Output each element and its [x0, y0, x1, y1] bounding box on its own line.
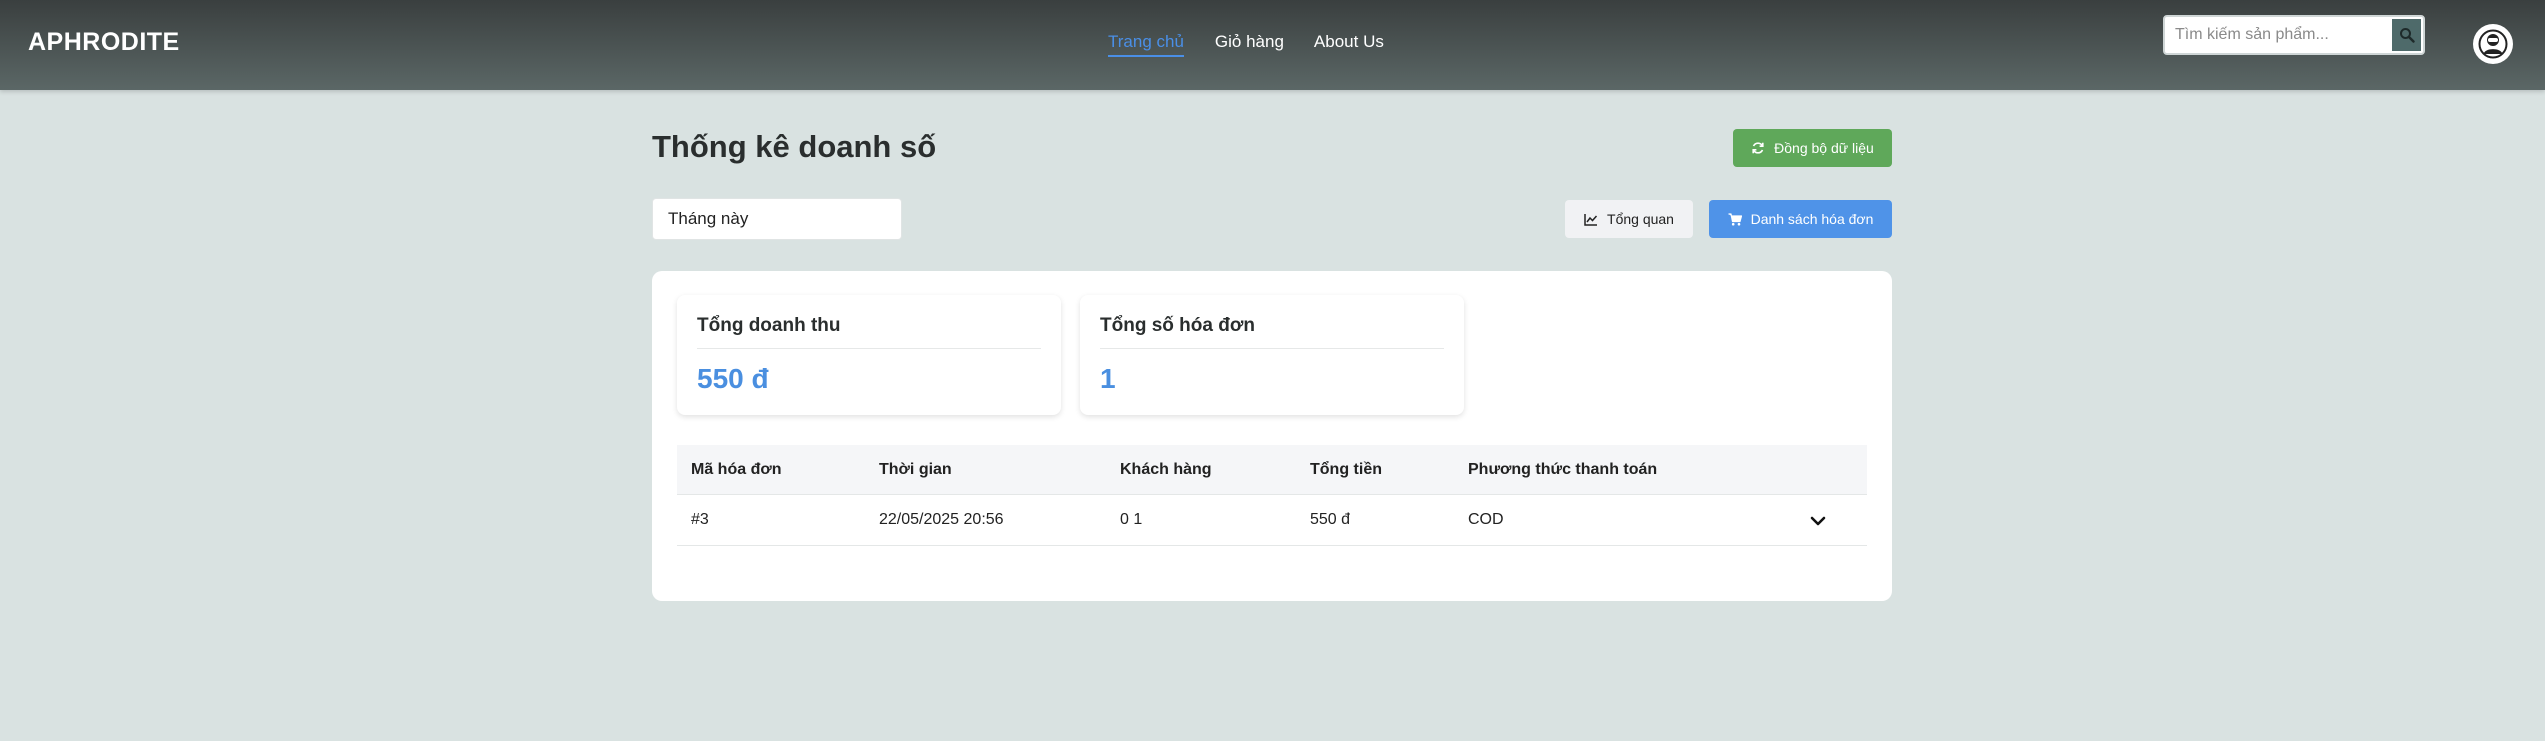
line-chart-icon [1584, 213, 1598, 226]
cell-total: 550 đ [1310, 511, 1351, 528]
sync-data-label: Đồng bộ dữ liệu [1774, 140, 1874, 156]
cell-payment-method: COD [1468, 511, 1504, 528]
search-button[interactable] [2392, 19, 2421, 51]
cell-customer: 0 1 [1120, 511, 1143, 528]
table-header: Mã hóa đơn Thời gian Khách hàng Tổng tiề… [677, 445, 1867, 495]
refresh-icon [1752, 142, 1764, 154]
nav-link-about[interactable]: About Us [1314, 32, 1384, 57]
total-invoices-value: 1 [1100, 363, 1116, 394]
invoice-list-button[interactable]: Danh sách hóa đơn [1709, 200, 1892, 238]
invoice-list-label: Danh sách hóa đơn [1750, 211, 1874, 227]
header-invoice-id: Mã hóa đơn [691, 460, 782, 478]
search-box [2163, 15, 2425, 55]
header-payment-method: Phương thức thanh toán [1468, 460, 1658, 478]
search-input[interactable] [2165, 17, 2392, 53]
cell-invoice-id: #3 [691, 511, 709, 528]
user-avatar[interactable] [2473, 24, 2513, 64]
invoice-table: Mã hóa đơn Thời gian Khách hàng Tổng tiề… [677, 445, 1867, 546]
chevron-down-icon[interactable] [1809, 512, 1827, 530]
total-invoices-label: Tổng số hóa đơn [1100, 315, 1444, 349]
stats-panel: Tổng doanh thu 550 đ Tổng số hóa đơn 1 M… [652, 271, 1892, 601]
main-nav: Trang chủ Giỏ hàng About Us [1108, 32, 1384, 57]
user-avatar-icon [2478, 29, 2508, 59]
period-select[interactable]: Tháng này [652, 198, 902, 240]
top-navbar: APHRODITE Trang chủ Giỏ hàng About Us [0, 0, 2545, 90]
sync-data-button[interactable]: Đồng bộ dữ liệu [1733, 129, 1892, 167]
search-icon [2399, 28, 2415, 43]
overview-label: Tổng quan [1607, 211, 1674, 227]
nav-link-home[interactable]: Trang chủ [1108, 32, 1184, 57]
header-customer: Khách hàng [1120, 460, 1212, 478]
page-title: Thống kê doanh số [652, 129, 937, 164]
total-revenue-value: 550 đ [697, 363, 769, 394]
total-revenue-card: Tổng doanh thu 550 đ [677, 295, 1061, 415]
brand-logo[interactable]: APHRODITE [28, 28, 180, 57]
total-revenue-label: Tổng doanh thu [697, 315, 1041, 349]
table-row[interactable]: #3 22/05/2025 20:56 0 1 550 đ COD [677, 495, 1867, 546]
header-time: Thời gian [879, 460, 952, 478]
cart-icon [1728, 212, 1742, 225]
total-invoices-card: Tổng số hóa đơn 1 [1080, 295, 1464, 415]
overview-button[interactable]: Tổng quan [1565, 200, 1693, 238]
cell-time: 22/05/2025 20:56 [879, 511, 1004, 528]
nav-link-cart[interactable]: Giỏ hàng [1215, 32, 1284, 57]
header-total: Tổng tiền [1310, 460, 1382, 478]
